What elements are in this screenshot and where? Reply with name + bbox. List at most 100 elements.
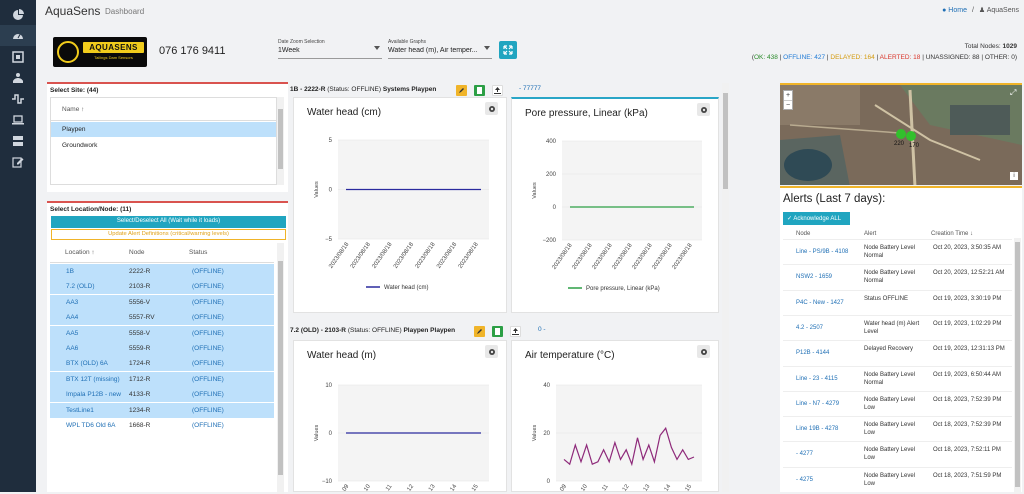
nav-nodes[interactable] [0,46,36,67]
map-info-icon[interactable]: i [1010,172,1018,180]
edit-icon [459,88,464,93]
select-all-button[interactable]: Select/Deselect All (Wait while it loads… [51,216,286,228]
group1-link[interactable]: - 77777 [519,85,541,92]
x-tick-label: 12 [622,483,631,492]
node-row[interactable]: 1B 2222-R (OFFLINE) [50,264,274,279]
site-col-name[interactable]: Name ↑ [62,106,84,113]
node-scrollbar[interactable] [277,243,284,494]
alerts-col-alert[interactable]: Alert [864,231,876,237]
group1-document-button[interactable] [474,85,485,96]
x-tick-label: 12 [406,483,415,492]
legend-label: Water head (cm) [384,285,428,291]
graph-area-scrollbar[interactable] [722,83,729,492]
alerts-scrollbar[interactable] [1014,238,1021,494]
site-map[interactable]: 220 170 + − ⤢ i [780,83,1022,185]
alert-row[interactable]: Line - N7 - 4279 Node Battery Level Low Oc… [783,390,1012,416]
nav-signals[interactable] [0,88,36,109]
group1-edit-button[interactable] [456,85,467,96]
node-row[interactable]: BTX 12T (missing) 1712-R (OFFLINE) [50,371,274,387]
node-status: (OFFLINE) [192,268,224,275]
map-marker-label[interactable]: 220 [894,141,905,147]
node-row[interactable]: AA3 5556-V (OFFLINE) [50,294,274,310]
y-axis-label: Values [314,181,320,198]
node-location: 1B [66,268,74,275]
nav-analytics[interactable] [0,4,36,25]
alert-node[interactable]: - 4275 [796,477,813,483]
dashboard-icon [13,33,23,39]
x-tick-label: 10 [580,483,589,492]
x-tick-label: 2023/08/18 [551,242,574,271]
site-row[interactable]: Groundwork [51,138,276,153]
update-alerts-button[interactable]: Update Alert Definitions (critical/warni… [51,229,286,240]
site-col-name-label: Name [62,106,80,113]
node-row[interactable]: 7.2 (OLD) 2103-R (OFFLINE) [50,279,274,295]
acknowledge-all-button[interactable]: ✓ Acknowledge ALL [783,212,850,225]
available-graphs-value: Water head (m), Air temper... [388,47,478,54]
site-scrollbar[interactable] [277,97,284,185]
alerts-col-node[interactable]: Node [796,231,810,237]
alert-node[interactable]: 4.2 - 2507 [796,325,823,331]
date-zoom-select[interactable]: Date Zoom Selection 1Week [278,37,382,59]
map-fullscreen-icon[interactable]: ⤢ [1010,88,1019,97]
user-upload-icon [13,72,23,83]
zoom-out-button[interactable]: − [784,100,792,109]
node-row[interactable]: AA5 5558-V (OFFLINE) [50,325,274,341]
group2-link[interactable]: 0 - [538,326,546,333]
chart-card-water-head-m: Water head (m) 10 0 −10 Values 09 10 11 12 13 14 1… [293,340,507,493]
nav-dashboard[interactable] [0,25,36,46]
alert-node[interactable]: Line 19B - 4278 [796,426,838,432]
node-row[interactable]: WPL TD6 Old 6A 1668-R (OFFLINE) [50,418,274,433]
nav-edit[interactable] [0,151,36,172]
plot-area [562,141,702,240]
alert-node[interactable]: Line - PS/9B - 4108 [796,249,848,255]
acknowledge-all-label: Acknowledge ALL [793,216,842,222]
node-col-location[interactable]: Location ↑ [65,249,95,256]
node-row[interactable]: Impala P12B - new 4133-R (OFFLINE) [50,387,274,403]
alert-row[interactable]: - 4277 Node Battery Level Low Oct 18, 2023… [783,441,1012,466]
gear-icon [488,348,495,355]
fullscreen-button[interactable] [499,41,517,59]
alert-message: Node Battery Level Low [864,396,916,411]
node-col-status[interactable]: Status [189,249,207,256]
group2-edit-button[interactable] [474,326,485,337]
zoom-in-button[interactable]: + [784,91,792,100]
alert-node[interactable]: NSW2 - 1659 [796,274,832,280]
alert-node[interactable]: P12B - 4144 [796,350,829,356]
group1-upload-button[interactable] [492,85,503,96]
group2-document-button[interactable] [492,326,503,337]
alert-time: Oct 18, 2023, 7:52:11 PM [933,447,1001,454]
alert-row[interactable]: P12B - 4144 Delayed Recovery Oct 19, 2023,… [783,340,1012,365]
alerts-col-time[interactable]: Creation Time ↓ [931,231,973,237]
alert-node[interactable]: Line - 23 - 4115 [796,376,838,382]
breadcrumb-home[interactable]: Home [948,7,967,14]
alert-row[interactable]: Line - PS/9B - 4108 Node Battery Level No… [783,239,1012,264]
alert-row[interactable]: Line 19B - 4278 Node Battery Level Low Oct… [783,416,1012,441]
node-row[interactable]: AA6 5559-R (OFFLINE) [50,341,274,356]
node-row[interactable]: TestLine1 1234-R (OFFLINE) [50,402,274,418]
alert-row[interactable]: Line - 23 - 4115 Node Battery Level Norma… [783,365,1012,391]
gear-icon [488,105,495,112]
group2-upload-button[interactable] [510,326,521,337]
nav-users[interactable] [0,67,36,88]
alert-node[interactable]: - 4277 [796,451,813,457]
nav-devices[interactable] [0,109,36,130]
nav-storage[interactable] [0,130,36,151]
alert-row[interactable]: - 4275 Node Battery Level Low Oct 18, 2023… [783,466,1012,492]
node-status: (OFFLINE) [192,406,224,414]
alert-row[interactable]: 4.2 - 2507 Water head (m) Alert Level Oct … [783,314,1012,340]
node-col-node[interactable]: Node [129,249,145,256]
x-tick-label: 2023/08/18 [611,242,634,271]
node-row[interactable]: BTX (OLD) 6A 1724-R (OFFLINE) [50,356,274,372]
node-status: (OFFLINE) [192,314,224,322]
alert-row[interactable]: P4C - New - 1427 Status OFFLINE Oct 19, 20… [783,289,1012,315]
alert-row[interactable]: NSW2 - 1659 Node Battery Level Normal Oct … [783,264,1012,289]
node-status: (OFFLINE) [192,283,224,291]
map-marker-label[interactable]: 170 [909,143,920,149]
available-graphs-select[interactable]: Available Graphs Water head (m), Air tem… [388,37,492,59]
alert-time: Oct 18, 2023, 7:52:39 PM [933,422,1002,429]
alert-node[interactable]: Line - N7 - 4279 [796,401,839,407]
alert-time: Oct 18, 2023, 7:52:39 PM [933,396,1002,403]
alert-node[interactable]: P4C - New - 1427 [796,300,844,306]
site-row[interactable]: Playpen [51,122,276,137]
node-row[interactable]: AA4 5557-RV (OFFLINE) [50,310,274,326]
